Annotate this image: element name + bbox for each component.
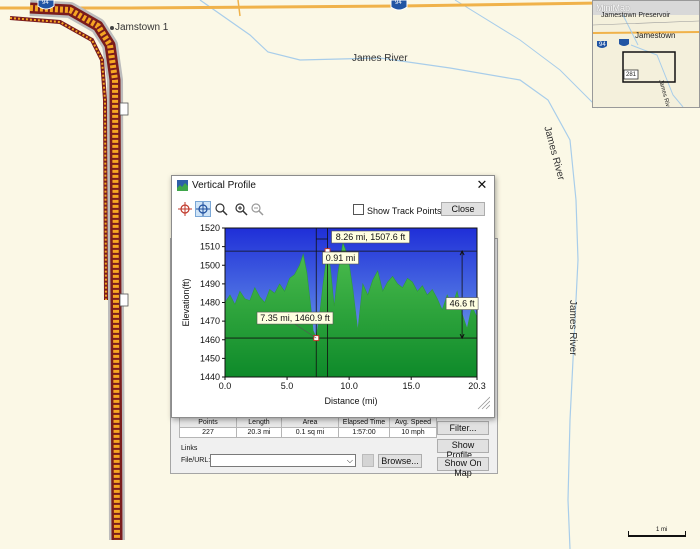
road-line — [237, 0, 241, 17]
close-icon[interactable]: ✕ — [474, 177, 490, 193]
stats-value-elapsed: 1:57:00 — [338, 427, 390, 438]
minimap-label-top: Jamestown Preservoir — [601, 12, 671, 19]
x-axis-label: Distance (mi) — [324, 396, 377, 406]
stats-header-length: Length — [236, 417, 282, 428]
y-tick-label: 1440 — [200, 372, 220, 382]
callout-distance: 0.91 mi — [326, 253, 356, 263]
chevron-down-icon[interactable]: ⌵ — [347, 455, 353, 467]
minimap-label-interstate: 94 — [599, 42, 606, 48]
minimap-label-city: Jamestown — [635, 31, 676, 40]
zoom-in-icon[interactable] — [233, 201, 249, 217]
y-axis-label: Elevation(ft) — [181, 278, 191, 326]
filter-button[interactable]: Filter... — [437, 421, 489, 435]
stats-value-points: 227 — [179, 427, 237, 438]
close-button[interactable]: Close — [441, 202, 485, 216]
scale-bar: 1 mi — [628, 527, 688, 541]
browse-button[interactable]: Browse... — [378, 454, 422, 468]
y-tick-label: 1450 — [200, 353, 220, 363]
track-secondary-dots — [9, 17, 107, 301]
scale-bar-label: 1 mi — [656, 527, 668, 533]
minimap[interactable]: MiniMap Jamestown Preservoir Jamestown 2… — [592, 0, 700, 108]
route-marker-icon — [119, 102, 129, 116]
crosshair-move-icon[interactable] — [195, 201, 211, 217]
stats-header-points: Points — [179, 417, 237, 428]
link-open-button[interactable] — [362, 454, 374, 467]
y-tick-label: 1490 — [200, 279, 220, 289]
file-url-label: File/URL: — [181, 457, 211, 464]
stats-value-length: 20.3 mi — [236, 427, 282, 438]
stats-header-row: Points Length Area Elapsed Time Avg. Spe… — [179, 417, 437, 428]
minimap-label-route: 281 — [626, 72, 637, 78]
show-track-points-checkbox[interactable] — [353, 204, 364, 215]
resize-grip-icon[interactable] — [477, 396, 491, 410]
stats-header-area: Area — [281, 417, 339, 428]
x-tick-label: 0.0 — [219, 381, 232, 391]
x-tick-label: 5.0 — [281, 381, 294, 391]
minimap-interstate-icon-2 — [619, 39, 629, 46]
profile-chart-icon — [177, 180, 188, 191]
show-profile-button[interactable]: Show Profile... — [437, 439, 489, 460]
x-tick-label: 10.0 — [340, 381, 358, 391]
y-tick-label: 1510 — [200, 242, 220, 252]
route-marker-icon-2 — [119, 293, 129, 307]
file-url-input[interactable]: ⌵ — [210, 454, 356, 467]
magnify-area-icon[interactable] — [213, 201, 229, 217]
river-label-right-lower: James River — [567, 300, 578, 356]
y-tick-label: 1500 — [200, 260, 220, 270]
town-marker-icon — [110, 26, 114, 30]
river-label: James River — [352, 53, 408, 64]
vertical-profile-dialog[interactable]: Vertical Profile ✕ Show Track Points Clo… — [171, 175, 495, 418]
zoom-out-icon[interactable] — [249, 201, 265, 217]
track-secondary — [9, 16, 108, 301]
minimap-canvas — [593, 15, 699, 107]
callout-point-b: 7.35 mi, 1460.9 ft — [260, 313, 330, 323]
track-stats-table: Points Length Area Elapsed Time Avg. Spe… — [179, 417, 437, 438]
dialog-titlebar[interactable]: Vertical Profile ✕ — [172, 176, 494, 196]
stats-value-row: 227 20.3 mi 0.1 sq mi 1:57:00 10 mph — [179, 427, 437, 438]
stats-value-speed: 10 mph — [389, 427, 437, 438]
y-tick-label: 1520 — [200, 223, 220, 233]
interstate-label: 94 — [395, 0, 402, 6]
interstate-label-left: 94 — [42, 0, 49, 6]
town-label: Jamstown 1 — [115, 22, 169, 33]
point-marker-b[interactable] — [313, 335, 320, 342]
dialog-title: Vertical Profile — [192, 180, 256, 191]
elevation-profile-chart[interactable]: 1440 1450 1460 1470 1480 1490 1500 1510 1520 0.0 5… — [177, 223, 491, 413]
show-track-points-toggle[interactable]: Show Track Points — [353, 204, 442, 216]
stats-header-speed: Avg. Speed — [389, 417, 437, 428]
river-line-north — [454, 0, 599, 109]
x-tick-label: 15.0 — [402, 381, 420, 391]
stats-value-area: 0.1 sq mi — [281, 427, 339, 438]
stats-header-elapsed: Elapsed Time — [338, 417, 390, 428]
crosshair-icon[interactable] — [177, 201, 193, 217]
callout-elevation: 46.6 ft — [450, 299, 476, 309]
profile-svg[interactable]: 1440 1450 1460 1470 1480 1490 1500 1510 1520 0.0 5… — [177, 223, 491, 413]
x-tick-label: 20.3 — [468, 381, 486, 391]
y-tick-label: 1480 — [200, 298, 220, 308]
y-tick-label: 1460 — [200, 335, 220, 345]
show-on-map-button[interactable]: Show On Map — [437, 457, 489, 478]
links-label: Links — [181, 445, 198, 452]
show-track-points-label: Show Track Points — [367, 206, 442, 216]
y-tick-label: 1470 — [200, 316, 220, 326]
callout-point-a: 8.26 mi, 1507.6 ft — [336, 232, 406, 242]
